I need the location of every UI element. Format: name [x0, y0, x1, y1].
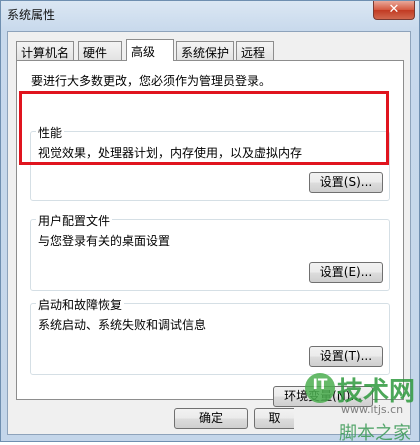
tab-system-protection[interactable]: 系统保护: [176, 41, 234, 60]
title-bar[interactable]: 系统属性 ✕: [1, 1, 419, 31]
admin-note: 要进行大多数更改，您必须作为管理员登录。: [31, 74, 272, 88]
window: 系统属性 ✕ 计算机名 硬件 高级 系统保护 远程 要进行大多数更改，您必须作为…: [0, 0, 420, 444]
performance-group: 性能 视觉效果，处理器计划，内存使用，以及虚拟内存 设置(S)...: [30, 124, 390, 201]
ok-button[interactable]: 确定: [174, 408, 248, 429]
tab-computer-name[interactable]: 计算机名: [16, 41, 74, 60]
user-profiles-title: 用户配置文件: [36, 212, 113, 229]
user-profiles-group: 用户配置文件 与您登录有关的桌面设置 设置(E)...: [30, 212, 390, 291]
tab-hardware[interactable]: 硬件: [78, 41, 122, 60]
advanced-panel: 要进行大多数更改，您必须作为管理员登录。 性能 视觉效果，处理器计划，内存使用，…: [16, 60, 404, 407]
startup-recovery-group: 启动和故障恢复 系统启动、系统失败和调试信息 设置(T)...: [30, 296, 390, 375]
startup-recovery-settings-button[interactable]: 设置(T)...: [309, 346, 383, 367]
watermark-subtext: 脚本之家: [339, 423, 411, 444]
watermark-logo-icon: IT: [305, 373, 335, 403]
performance-description: 视觉效果，处理器计划，内存使用，以及虚拟内存: [38, 146, 303, 160]
user-profiles-description: 与您登录有关的桌面设置: [38, 234, 171, 248]
window-title: 系统属性: [7, 8, 56, 22]
tab-remote[interactable]: 远程: [236, 41, 274, 60]
close-button[interactable]: ✕: [373, 1, 415, 20]
tab-advanced[interactable]: 高级: [126, 39, 174, 61]
user-profiles-settings-button[interactable]: 设置(E)...: [309, 262, 383, 283]
startup-recovery-description: 系统启动、系统失败和调试信息: [38, 318, 207, 332]
watermark-logo-text: IT: [312, 377, 328, 393]
performance-settings-button[interactable]: 设置(S)...: [309, 172, 383, 193]
close-icon: ✕: [388, 2, 400, 17]
performance-title: 性能: [36, 124, 65, 141]
startup-recovery-title: 启动和故障恢复: [36, 296, 125, 313]
watermark-url: www.itjs.cn: [341, 403, 404, 416]
cancel-button[interactable]: 取: [254, 408, 294, 429]
